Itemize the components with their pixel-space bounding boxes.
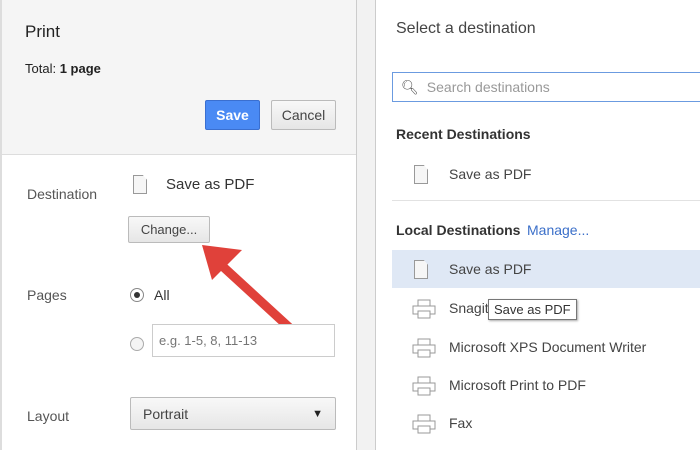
print-settings-panel: Print Total: 1 page Save Cancel Destinat… — [0, 0, 357, 450]
layout-value: Portrait — [143, 405, 189, 422]
printer-icon — [412, 414, 436, 434]
total-value: 1 page — [59, 61, 101, 76]
print-header: Print Total: 1 page Save Cancel — [2, 0, 356, 155]
local-item-print-to-pdf[interactable]: Microsoft Print to PDF — [392, 366, 700, 404]
search-placeholder: Search destinations — [426, 79, 550, 95]
search-input[interactable]: 🔍︎ Search destinations — [392, 72, 700, 102]
manage-link[interactable]: Manage... — [527, 222, 589, 238]
item-label: Microsoft Print to PDF — [449, 377, 586, 393]
document-icon — [414, 165, 428, 184]
chevron-down-icon: ▼ — [312, 407, 323, 420]
layout-label: Layout — [27, 408, 70, 424]
pages-custom-radio[interactable] — [130, 337, 144, 351]
recent-destinations-heading: Recent Destinations — [396, 126, 531, 142]
page-title: Print — [25, 22, 60, 41]
dialog-title: Select a destination — [396, 20, 536, 37]
local-item-fax[interactable]: Fax — [392, 404, 700, 442]
local-item-save-as-pdf[interactable]: Save as PDF — [392, 250, 700, 288]
pages-input[interactable] — [152, 324, 335, 357]
divider — [357, 0, 375, 450]
destination-value: Save as PDF — [166, 176, 255, 193]
destination-panel: Select a destination 🔍︎ Search destinatio… — [375, 0, 700, 450]
recent-item-save-as-pdf[interactable]: Save as PDF — [392, 155, 700, 193]
layout-select[interactable]: Portrait ▼ — [130, 397, 336, 430]
pages-all-radio[interactable] — [130, 288, 144, 302]
separator — [392, 200, 700, 201]
pages-all-label: All — [154, 287, 170, 303]
destination-label: Destination — [27, 186, 98, 202]
local-item-xps[interactable]: Microsoft XPS Document Writer — [392, 328, 700, 366]
total-label: Total: — [25, 61, 57, 76]
search-icon: 🔍︎ — [401, 78, 419, 95]
cancel-button[interactable]: Cancel — [271, 100, 336, 130]
document-icon — [414, 260, 428, 279]
item-label: Snagit — [449, 300, 489, 316]
printer-icon — [412, 299, 436, 319]
tooltip: Save as PDF — [488, 299, 577, 320]
printer-icon — [412, 376, 436, 396]
local-destinations-heading: Local Destinations — [396, 222, 521, 238]
save-button[interactable]: Save — [205, 100, 260, 130]
pages-label: Pages — [27, 287, 67, 303]
total-pages: Total: 1 page — [25, 61, 101, 76]
document-icon — [133, 175, 147, 194]
item-label: Microsoft XPS Document Writer — [449, 339, 647, 355]
item-label: Save as PDF — [449, 261, 532, 277]
item-label: Save as PDF — [449, 166, 532, 182]
item-label: Fax — [449, 415, 473, 431]
printer-icon — [412, 338, 436, 358]
